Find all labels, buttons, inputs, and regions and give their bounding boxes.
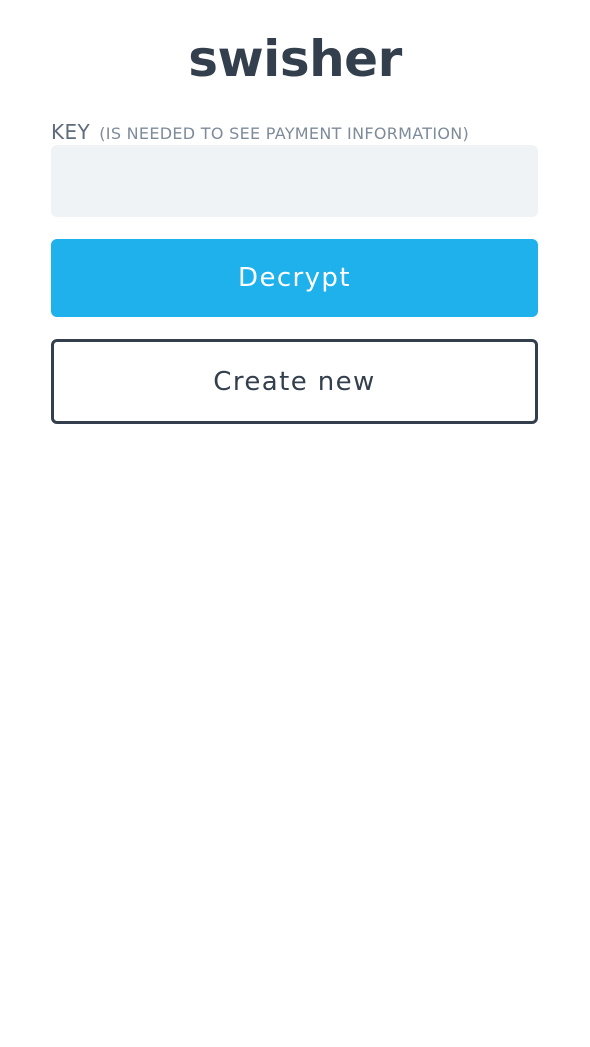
key-label-hint: (IS NEEDED TO SEE PAYMENT INFORMATION)	[99, 124, 470, 143]
page: swisher KEY (IS NEEDED TO SEE PAYMENT IN…	[0, 0, 590, 1047]
app-logo: swisher	[188, 30, 402, 88]
key-input[interactable]	[51, 145, 538, 217]
key-field-label: KEY (IS NEEDED TO SEE PAYMENT INFORMATIO…	[51, 120, 469, 144]
decrypt-button[interactable]: Decrypt	[51, 239, 538, 317]
key-label-text: KEY	[51, 120, 91, 144]
create-new-button[interactable]: Create new	[51, 339, 538, 424]
